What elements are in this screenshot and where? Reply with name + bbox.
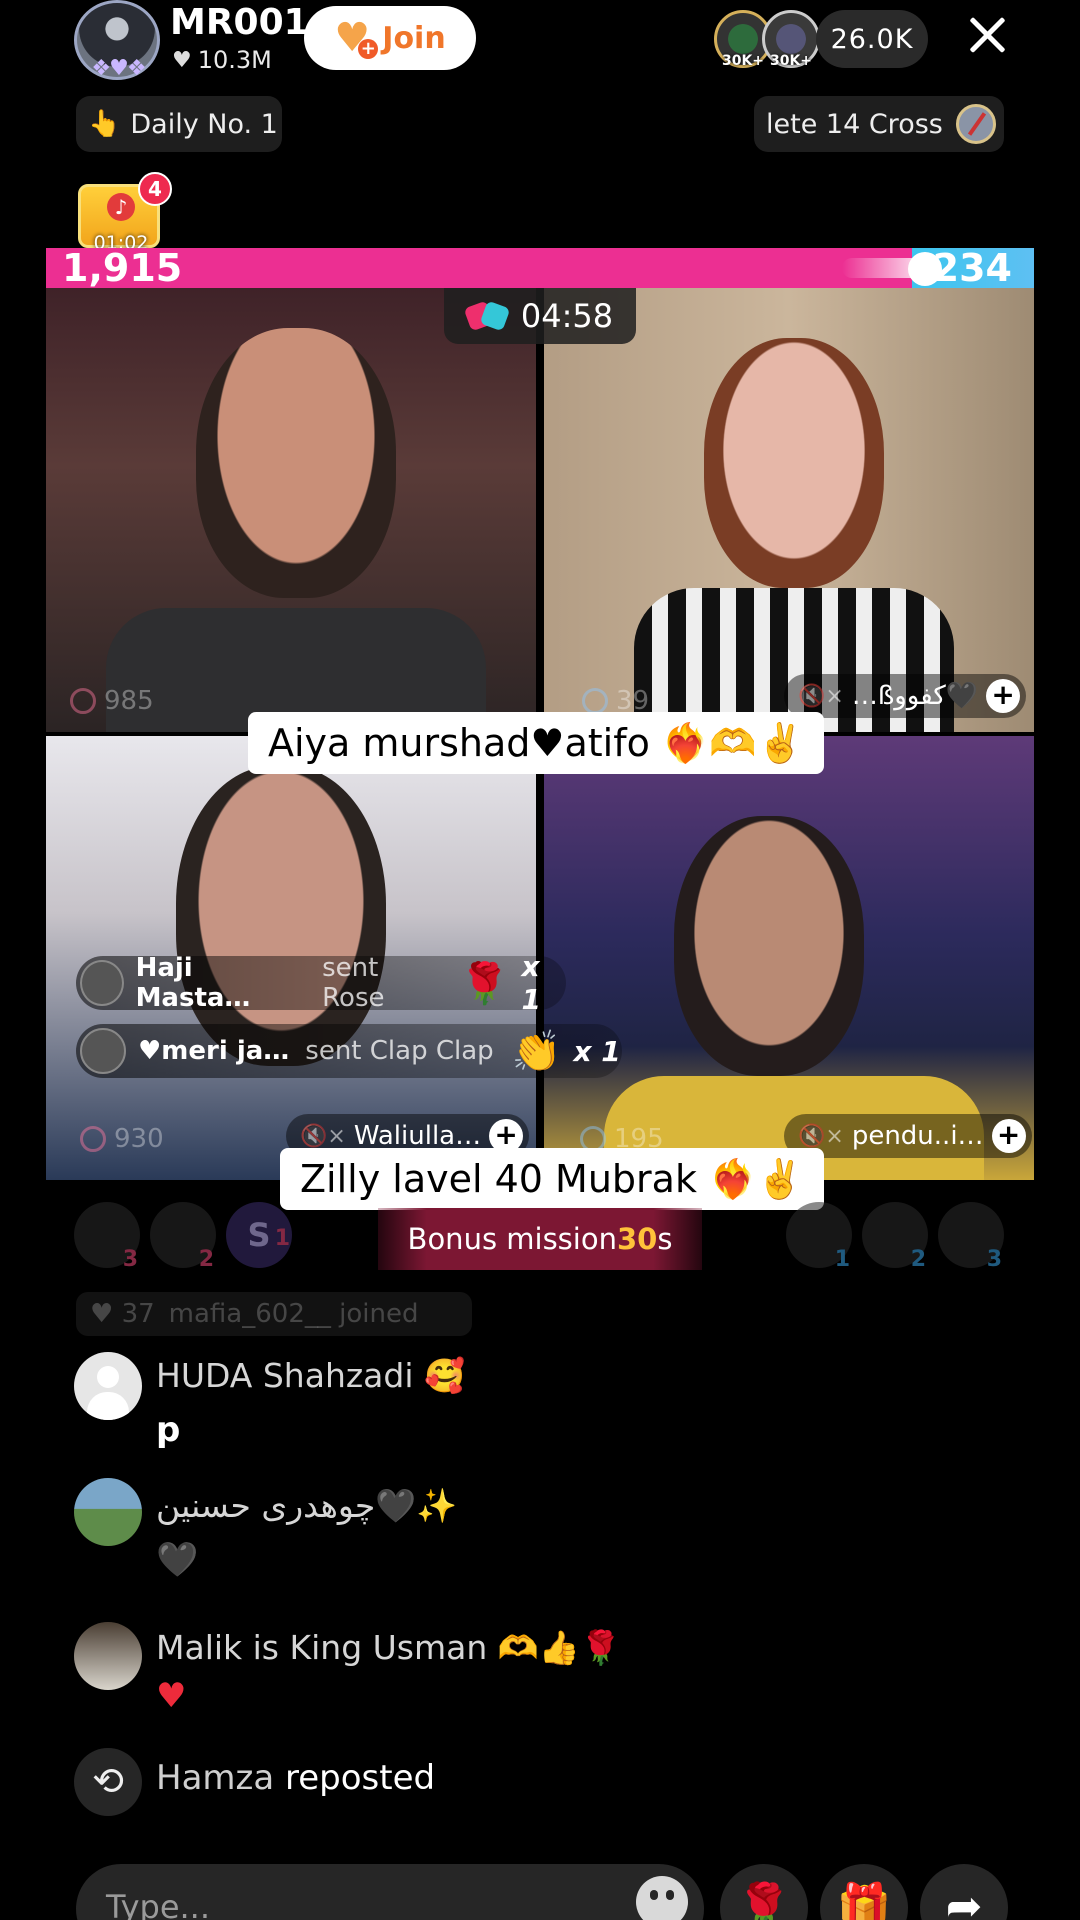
muted-icon: 🔇×: [798, 1123, 844, 1149]
wings-icon: ❖♥❖: [91, 56, 146, 81]
gifter-avatar[interactable]: S1: [226, 1202, 292, 1268]
daily-rank-label: Daily No. 1: [130, 108, 278, 140]
chat-username[interactable]: Malik is King Usman 🫶👍🌹: [156, 1628, 621, 1668]
joined-text: mafia_602__ joined: [168, 1299, 419, 1329]
comment-caption: Aiya murshad♥atifo ❤️‍🔥🫶✌️: [248, 712, 824, 774]
bonus-mission-banner[interactable]: Bonus mission 30 s: [378, 1208, 702, 1270]
gift-sender: ♥meri ja…: [138, 1036, 290, 1066]
chat-message: p: [156, 1410, 181, 1450]
host-likes: ♥ 10.3M: [172, 46, 272, 74]
video-tile-2[interactable]: 39 🔇× …ßکفوو🖤 +: [544, 288, 1034, 732]
repost-notice: Hamza reposted: [156, 1758, 436, 1798]
tile-score: 985: [70, 686, 154, 716]
battle-timer: 04:58: [444, 288, 636, 344]
score-icon: [80, 1126, 106, 1152]
comment-input[interactable]: Type...: [76, 1864, 704, 1920]
gift-count: x 1: [521, 950, 541, 1016]
tile-user-name: …ßکفوو🖤: [851, 681, 979, 711]
gifter-avatar[interactable]: 2: [862, 1202, 928, 1272]
tile-user[interactable]: 🔇× …ßکفوو🖤 +: [784, 674, 1027, 718]
gift-count: x 1: [573, 1034, 621, 1068]
host-name[interactable]: MR001: [170, 2, 309, 43]
video-person: [674, 816, 864, 1076]
gift-button[interactable]: 🎁: [820, 1864, 908, 1920]
left-team-score: 1,915: [62, 248, 183, 288]
tile-user-name: Waliulla…: [353, 1121, 482, 1151]
compass-icon: [956, 104, 996, 144]
score-icon: [70, 688, 96, 714]
right-top-gifters[interactable]: 1 2 3: [786, 1202, 1004, 1272]
cross-goal-label: lete 14 Cross: [766, 108, 943, 140]
chat-username[interactable]: HUDA Shahzadi 🥰: [156, 1356, 465, 1396]
host-avatar[interactable]: ❖♥❖: [74, 0, 162, 84]
tile-user-name: pendu..i…: [851, 1121, 984, 1151]
gift-notification: Haji Masta… sent Rose 🌹 x 1: [76, 950, 566, 1016]
left-top-gifters[interactable]: 3 2 S1: [74, 1202, 292, 1272]
battle-timer-value: 04:58: [520, 297, 614, 335]
join-label: Join: [382, 20, 446, 56]
chat-avatar[interactable]: [74, 1622, 142, 1690]
chat-message: 🖤: [156, 1540, 199, 1580]
battle-score-bar: 1,915 234: [46, 248, 1034, 288]
daily-rank-pill[interactable]: 👆 Daily No. 1: [76, 96, 282, 152]
gifter-avatar[interactable]: 2: [150, 1202, 216, 1272]
rose-gift-button[interactable]: 🌹: [720, 1864, 808, 1920]
share-button[interactable]: ➦: [920, 1864, 1008, 1920]
video-tile-1[interactable]: 985: [46, 288, 536, 732]
bonus-countdown: 30: [616, 1222, 658, 1256]
rose-icon: 🌹: [459, 960, 510, 1007]
video-person: [196, 328, 396, 598]
score-icon: [582, 688, 608, 714]
chat-message: ♥: [156, 1676, 187, 1716]
video-person: [704, 338, 884, 588]
gifter-avatar[interactable]: 1: [786, 1202, 852, 1272]
gifter-avatar[interactable]: 3: [74, 1202, 140, 1272]
close-icon[interactable]: [966, 14, 1008, 56]
heart-plus-icon: ♥ +: [334, 18, 379, 59]
chat-avatar[interactable]: [74, 1478, 142, 1546]
gift-sender-avatar: [80, 960, 124, 1006]
viewer-count[interactable]: 26.0K: [816, 10, 928, 68]
gifter-avatar[interactable]: 3: [938, 1202, 1004, 1272]
emoji-icon[interactable]: [636, 1876, 688, 1920]
joined-notice: ♥ 37 mafia_602__ joined: [76, 1292, 472, 1336]
repost-icon: ⟲: [74, 1748, 142, 1816]
repost-username[interactable]: Hamza: [156, 1758, 274, 1798]
boxing-gloves-icon: [467, 302, 509, 330]
tile-score: 930: [80, 1124, 164, 1154]
follow-button[interactable]: +: [991, 1119, 1026, 1153]
right-team-score: 234: [932, 248, 1012, 288]
gift-sender: Haji Masta…: [135, 953, 251, 1013]
muted-icon: 🔇×: [798, 683, 844, 709]
rose-icon: 🌹: [736, 1881, 792, 1920]
follow-button[interactable]: +: [986, 679, 1021, 713]
gift-action: sent Rose: [322, 953, 385, 1013]
comment-caption: Zilly lavel 40 Mubrak ❤️‍🔥✌️: [280, 1148, 824, 1210]
join-button[interactable]: ♥ + Join: [304, 6, 476, 70]
thumb-icon: 👆: [88, 109, 121, 139]
muted-icon: 🔇×: [300, 1123, 346, 1149]
chat-avatar[interactable]: [74, 1352, 142, 1420]
share-icon: ➦: [945, 1881, 983, 1920]
gift-icon: 🎁: [836, 1881, 892, 1920]
clap-icon: 👏: [511, 1028, 562, 1075]
joined-level: ♥ 37: [90, 1299, 155, 1329]
treasure-chest[interactable]: 4 01:02: [74, 172, 172, 258]
gift-notification: ♥meri ja… sent Clap Clap 👏 x 1: [76, 1024, 622, 1078]
comment-placeholder: Type...: [106, 1888, 211, 1920]
host-likes-count: 10.3M: [197, 46, 272, 74]
treasure-count-badge: 4: [138, 172, 172, 206]
top-viewers[interactable]: 30K+ 30K+: [714, 10, 820, 69]
video-person: [176, 766, 386, 1066]
heart-icon: ♥: [172, 47, 192, 73]
chat-username[interactable]: چوھدری حسنین🖤✨: [156, 1486, 458, 1526]
video-tile-4[interactable]: 195 🔇× pendu..i… +: [544, 736, 1034, 1180]
gift-sender-avatar: [80, 1028, 126, 1074]
top-viewer-avatar[interactable]: 30K+: [762, 10, 820, 69]
gift-action: sent Clap Clap: [305, 1036, 494, 1066]
cross-goal-pill[interactable]: lete 14 Cross: [754, 96, 1004, 152]
